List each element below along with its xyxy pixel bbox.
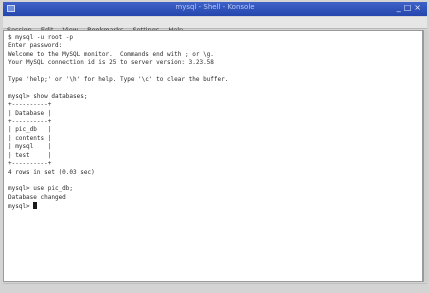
terminal-line: mysql> use pic_db; bbox=[8, 185, 74, 193]
window-controls[interactable]: _□× bbox=[397, 3, 424, 12]
terminal-line: +----------+ bbox=[8, 101, 52, 109]
terminal-line: Database changed bbox=[8, 193, 66, 201]
close-icon[interactable]: × bbox=[414, 3, 424, 12]
maximize-icon[interactable]: □ bbox=[404, 3, 415, 12]
terminal-line: | Database | bbox=[8, 109, 52, 117]
text-cursor bbox=[33, 202, 38, 210]
window-title: mysql - Shell - Konsole bbox=[175, 3, 255, 11]
title-bar[interactable]: mysql - Shell - Konsole _□× bbox=[3, 2, 427, 16]
window-bottom-edge bbox=[3, 283, 427, 291]
terminal-line: | pic_db | bbox=[8, 126, 52, 134]
terminal-prompt: mysql> bbox=[8, 203, 34, 211]
terminal-line: Type 'help;' or '\h' for help. Type '\c'… bbox=[8, 76, 229, 84]
terminal-line: 4 rows in set (0.03 sec) bbox=[8, 168, 95, 176]
menu-bar: Session Edit View Bookmarks Settings Hel… bbox=[3, 17, 427, 34]
terminal-line: Welcome to the MySQL monitor. Commands e… bbox=[8, 50, 214, 58]
terminal-line: +----------+ bbox=[8, 160, 52, 168]
minimize-icon[interactable]: _ bbox=[397, 3, 404, 12]
terminal-line: | mysql | bbox=[8, 143, 52, 151]
scrollbar[interactable] bbox=[423, 30, 428, 282]
terminal-line: mysql> show databases; bbox=[8, 92, 88, 100]
terminal-line: +----------+ bbox=[8, 118, 52, 126]
konsole-window: mysql - Shell - Konsole _□× Session Edit… bbox=[0, 0, 430, 293]
terminal-view[interactable]: $ mysql -u root -p Enter password: Welco… bbox=[3, 30, 423, 282]
terminal-line: Your MySQL connection id is 25 to server… bbox=[8, 59, 214, 67]
terminal-line: | test | bbox=[8, 151, 52, 159]
terminal-line: | contents | bbox=[8, 134, 52, 142]
terminal-line: Enter password: bbox=[8, 42, 63, 50]
terminal-line: $ mysql -u root -p bbox=[8, 34, 74, 41]
terminal-output: $ mysql -u root -p Enter password: Welco… bbox=[4, 31, 422, 212]
